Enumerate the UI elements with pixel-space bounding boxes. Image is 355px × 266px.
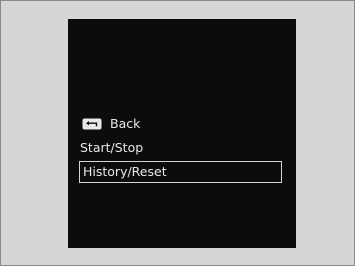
- menu-item-history-reset[interactable]: History/Reset: [79, 161, 282, 183]
- menu-item-history-reset-label: History/Reset: [83, 164, 167, 179]
- menu-item-back[interactable]: Back: [82, 116, 140, 132]
- menu-item-start-stop-label: Start/Stop: [80, 140, 144, 155]
- display-screen: Back Start/Stop History/Reset: [68, 19, 296, 248]
- menu-item-start-stop[interactable]: Start/Stop: [80, 140, 143, 156]
- menu-item-back-label: Back: [110, 116, 141, 131]
- figure-frame: Back Start/Stop History/Reset: [0, 0, 355, 266]
- back-arrow-icon: [82, 118, 102, 130]
